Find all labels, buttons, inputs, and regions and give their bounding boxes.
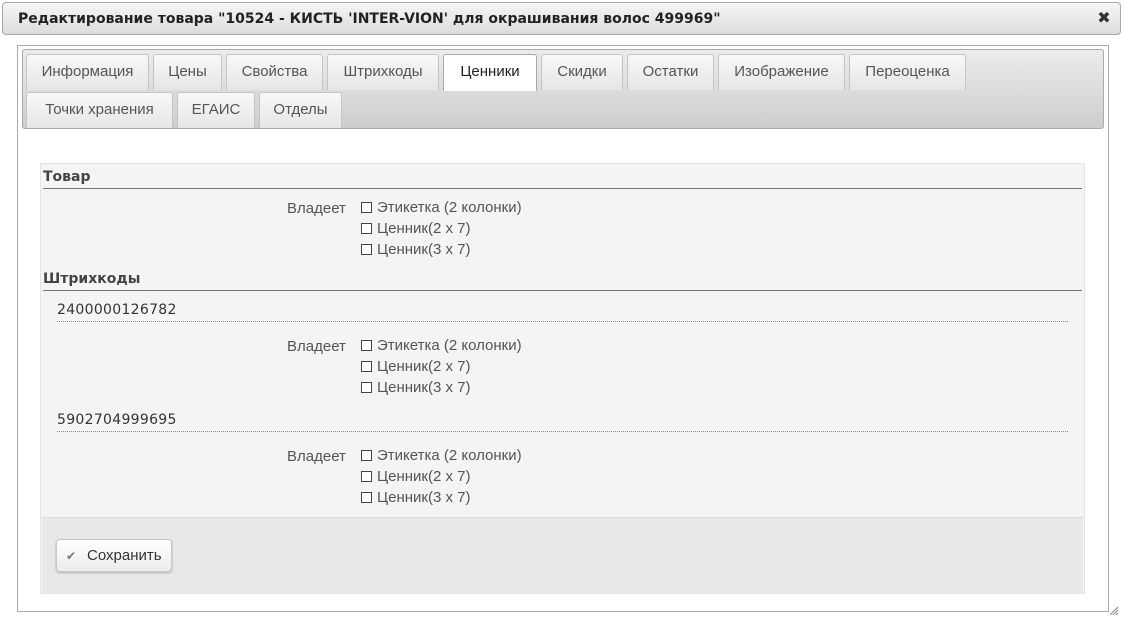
- save-button[interactable]: ✔ Сохранить: [56, 539, 172, 572]
- form-footer: ✔ Сохранить: [42, 517, 1083, 594]
- close-icon[interactable]: ✖: [1097, 10, 1111, 26]
- checkbox[interactable]: [361, 202, 372, 213]
- checkbox[interactable]: [361, 492, 372, 503]
- price-tags-panel: Товар Владеет Этикетка (2 колонки) Ценни…: [40, 163, 1085, 594]
- barcode1-option-tag-2x7[interactable]: Ценник(2 x 7): [361, 359, 470, 377]
- option-label: Ценник(3 x 7): [377, 241, 471, 258]
- option-label: Этикетка (2 колонки): [377, 337, 522, 354]
- resize-handle-icon[interactable]: [1109, 606, 1119, 616]
- dialog-titlebar[interactable]: Редактирование товара "10524 - КИСТЬ 'IN…: [2, 2, 1121, 35]
- product-option-tag-2x7[interactable]: Ценник(2 x 7): [361, 221, 470, 239]
- tab-discounts[interactable]: Скидки: [541, 54, 623, 90]
- checkbox[interactable]: [361, 340, 372, 351]
- owner-label: Владеет: [287, 338, 346, 355]
- product-section-title: Товар: [43, 167, 1082, 189]
- tab-egais[interactable]: ЕГАИС: [177, 92, 255, 128]
- checkbox[interactable]: [361, 223, 372, 234]
- barcode-value: 5902704999695: [57, 410, 1068, 432]
- tab-price-tags[interactable]: Ценники: [443, 54, 537, 91]
- edit-product-dialog: Редактирование товара "10524 - КИСТЬ 'IN…: [2, 2, 1121, 618]
- owner-label: Владеет: [287, 200, 346, 217]
- product-option-tag-3x7[interactable]: Ценник(3 x 7): [361, 242, 470, 260]
- dialog-title: Редактирование товара "10524 - КИСТЬ 'IN…: [18, 11, 721, 27]
- tab-info[interactable]: Информация: [26, 54, 149, 90]
- owner-label: Владеет: [287, 448, 346, 465]
- product-option-label-2col[interactable]: Этикетка (2 колонки): [361, 200, 522, 218]
- barcode2-option-label-2col[interactable]: Этикетка (2 колонки): [361, 448, 522, 466]
- barcode1-option-tag-3x7[interactable]: Ценник(3 x 7): [361, 380, 470, 398]
- barcode2-option-tag-2x7[interactable]: Ценник(2 x 7): [361, 469, 470, 487]
- option-label: Этикетка (2 колонки): [377, 199, 522, 216]
- tab-properties[interactable]: Свойства: [226, 54, 323, 90]
- option-label: Ценник(3 x 7): [377, 379, 471, 396]
- checkbox[interactable]: [361, 450, 372, 461]
- checkbox[interactable]: [361, 361, 372, 372]
- tab-departments[interactable]: Отделы: [259, 92, 342, 128]
- checkbox[interactable]: [361, 382, 372, 393]
- checkbox[interactable]: [361, 471, 372, 482]
- save-button-label: Сохранить: [87, 547, 162, 564]
- barcode1-option-label-2col[interactable]: Этикетка (2 колонки): [361, 338, 522, 356]
- option-label: Этикетка (2 колонки): [377, 447, 522, 464]
- tab-revaluation[interactable]: Переоценка: [849, 54, 966, 90]
- tab-image[interactable]: Изображение: [718, 54, 845, 90]
- tab-bar: Информация Цены Свойства Штрихкоды Ценни…: [22, 49, 1104, 129]
- checkbox[interactable]: [361, 244, 372, 255]
- barcode-value: 2400000126782: [57, 300, 1068, 322]
- tab-prices[interactable]: Цены: [153, 54, 222, 90]
- tab-stock[interactable]: Остатки: [627, 54, 714, 90]
- dialog-content: Информация Цены Свойства Штрихкоды Ценни…: [17, 45, 1109, 612]
- option-label: Ценник(2 x 7): [377, 468, 471, 485]
- option-label: Ценник(2 x 7): [377, 220, 471, 237]
- barcode2-option-tag-3x7[interactable]: Ценник(3 x 7): [361, 490, 470, 508]
- barcodes-section-title: Штрихкоды: [43, 269, 1082, 291]
- option-label: Ценник(2 x 7): [377, 358, 471, 375]
- tab-storage-points[interactable]: Точки хранения: [26, 92, 173, 128]
- tab-barcodes[interactable]: Штрихкоды: [327, 54, 439, 90]
- checkmark-icon: ✔: [66, 549, 77, 563]
- option-label: Ценник(3 x 7): [377, 489, 471, 506]
